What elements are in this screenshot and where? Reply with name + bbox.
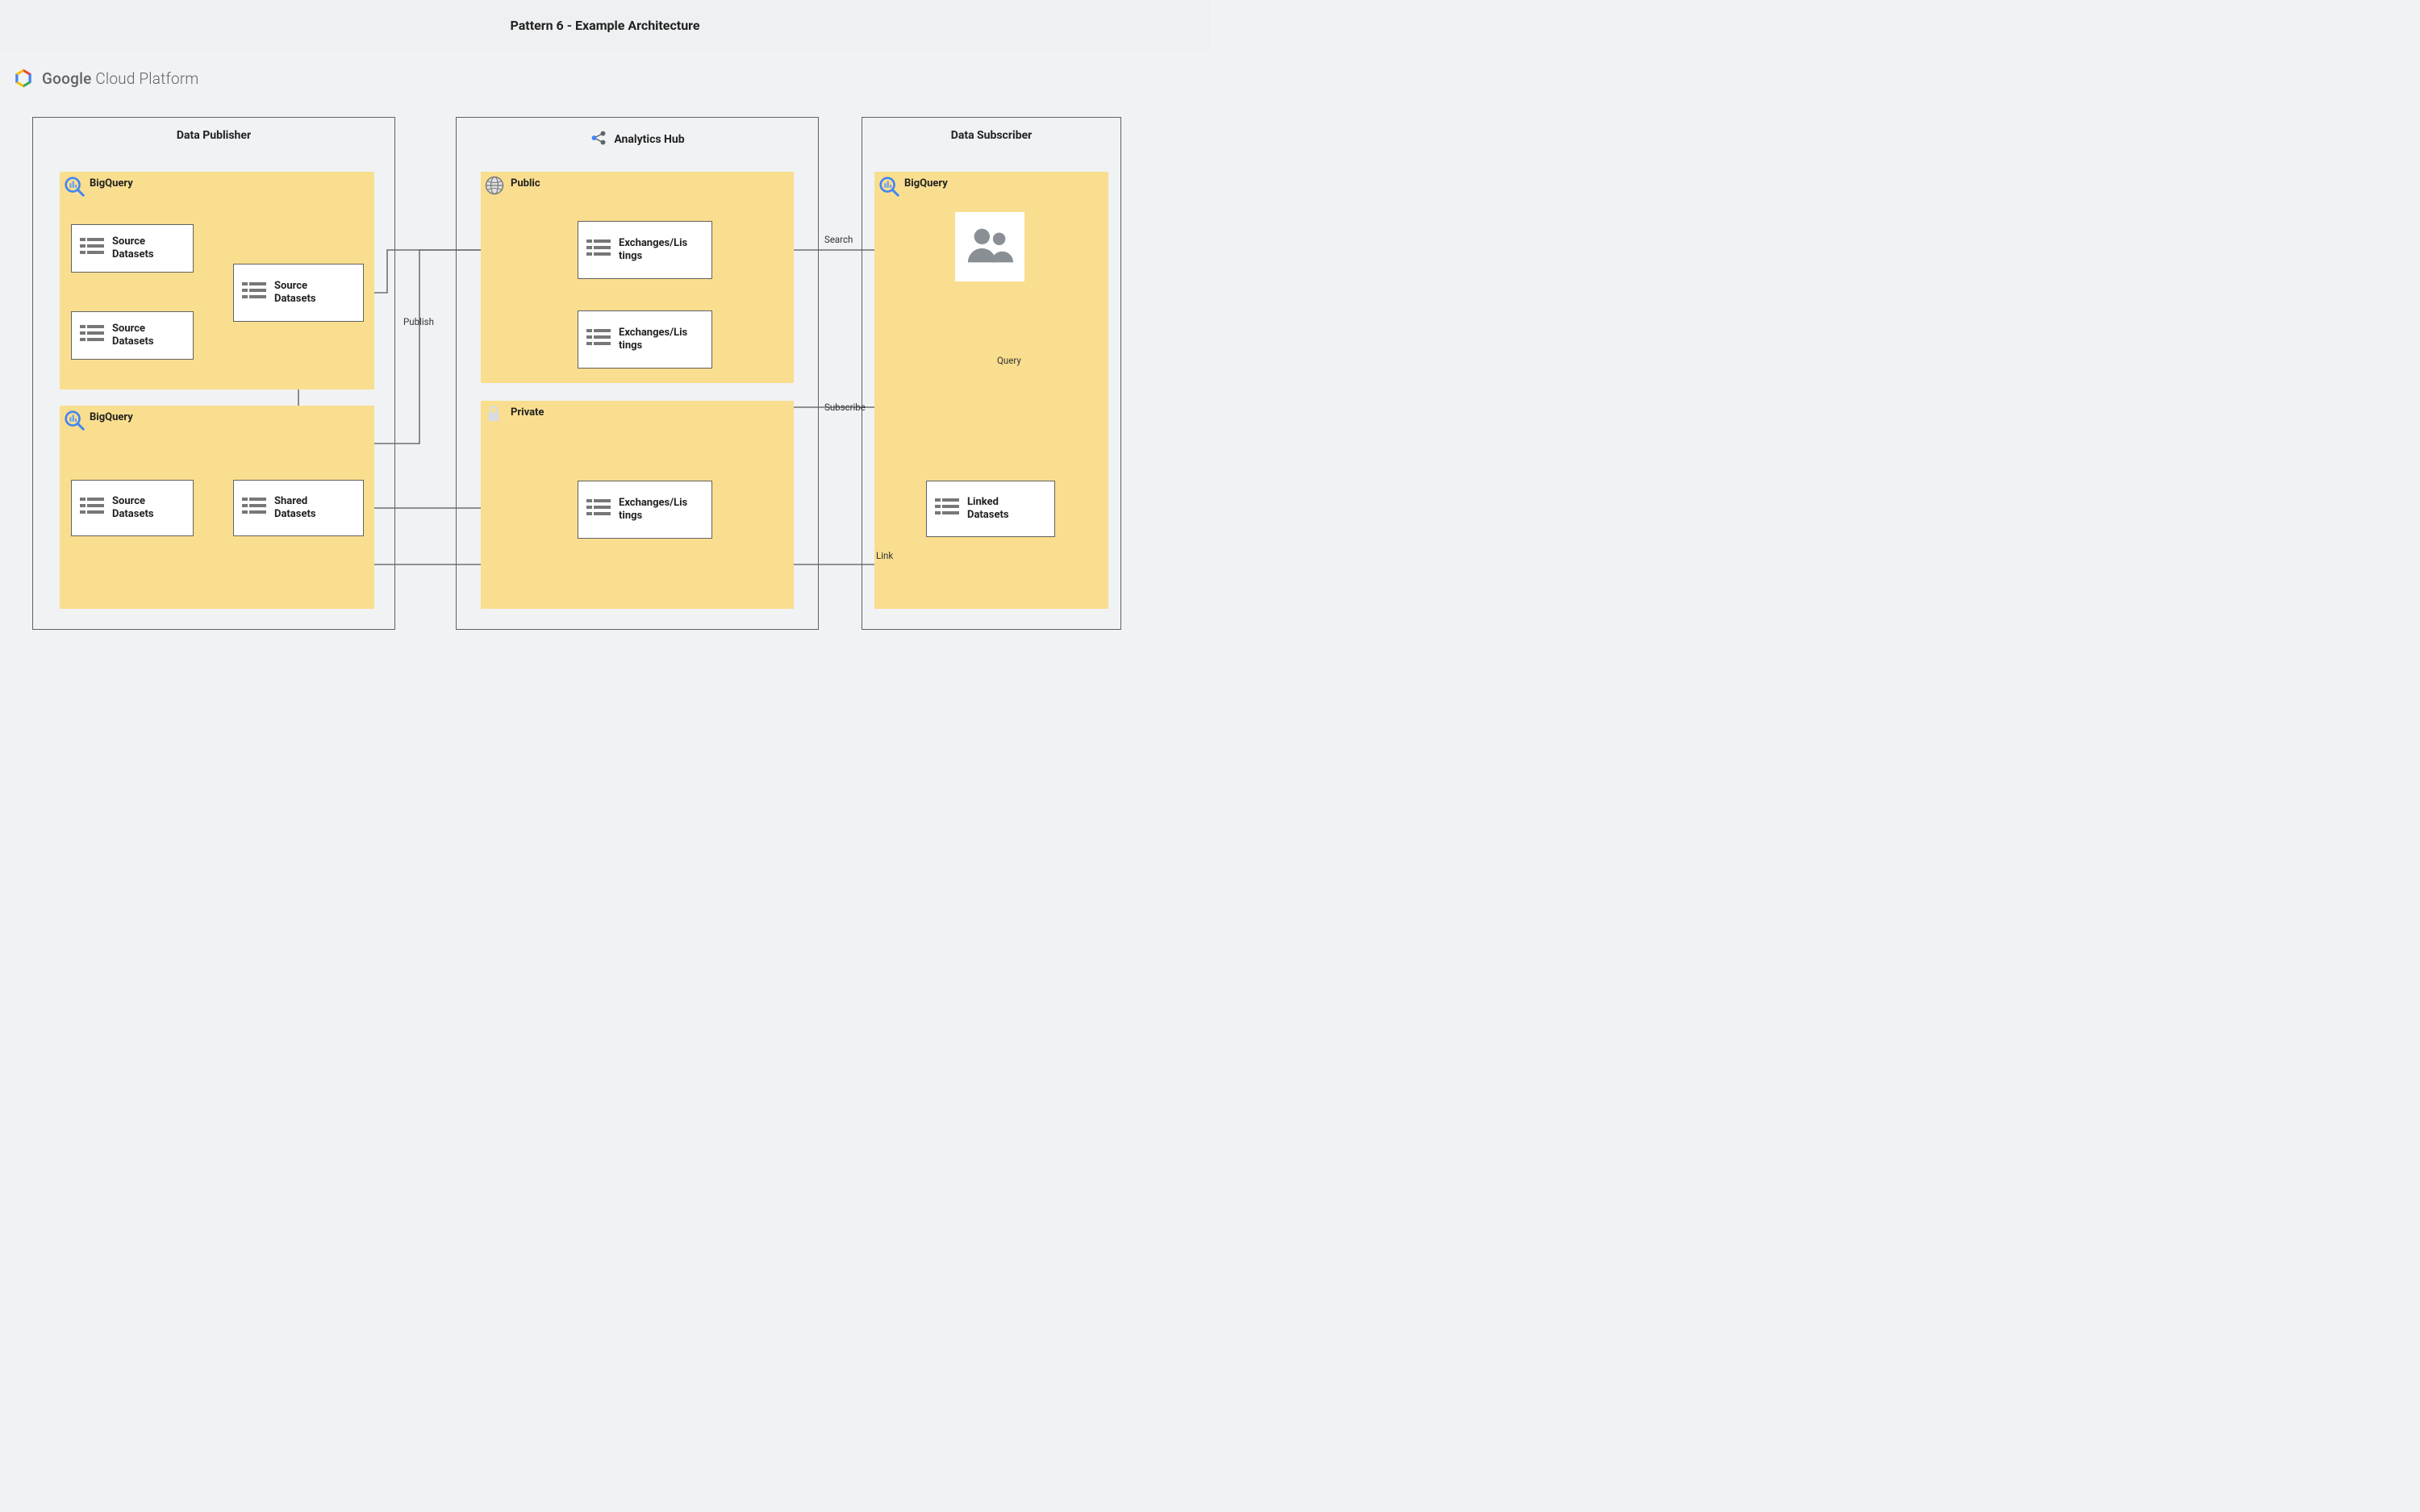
node-label: SourceDatasets (112, 235, 154, 260)
edge-label-publish: Publish (403, 316, 434, 327)
node-source-datasets-4: SourceDatasets (71, 480, 194, 536)
node-exchanges-1: Exchanges/Listings (578, 221, 712, 279)
bigquery-icon (62, 174, 86, 198)
dataset-icon (80, 323, 104, 348)
node-label: SourceDatasets (112, 323, 154, 348)
edge-label-subscribe: Subscribe (824, 402, 866, 413)
node-label: SourceDatasets (112, 495, 154, 520)
dataset-icon (586, 238, 611, 262)
node-source-datasets-3: SourceDatasets (233, 264, 364, 322)
dataset-icon (80, 236, 104, 260)
edge-label-search: Search (824, 234, 853, 245)
node-shared-datasets: SharedDatasets (233, 480, 364, 536)
edge-label-query: Query (997, 355, 1021, 366)
dataset-icon (586, 327, 611, 352)
node-label: LinkedDatasets (967, 496, 1009, 521)
node-source-datasets-2: SourceDatasets (71, 311, 194, 360)
group-title-subscriber: Data Subscriber (862, 129, 1120, 142)
panel-label-private: Private (511, 406, 544, 419)
users-icon (965, 224, 1015, 269)
dataset-icon (935, 497, 959, 521)
node-exchanges-2: Exchanges/Listings (578, 310, 712, 369)
node-linked-datasets: LinkedDatasets (926, 481, 1055, 537)
panel-label-public: Public (511, 177, 540, 190)
node-label: SourceDatasets (274, 280, 316, 305)
node-label: Exchanges/Listings (619, 497, 687, 522)
panel-label-bigquery-sub: BigQuery (904, 177, 948, 190)
group-title-publisher: Data Publisher (33, 129, 394, 142)
edge-label-link: Link (876, 550, 893, 561)
node-label: Exchanges/Listings (619, 237, 687, 262)
dataset-icon (80, 496, 104, 520)
dataset-icon (242, 281, 266, 305)
panel-label-bigquery-1: BigQuery (90, 177, 133, 190)
panel-label-bigquery-2: BigQuery (90, 411, 133, 423)
node-exchanges-3: Exchanges/Listings (578, 481, 712, 539)
node-label: Exchanges/Listings (619, 327, 687, 352)
dataset-icon (242, 496, 266, 520)
lock-icon (483, 403, 507, 427)
users-icon-box (955, 212, 1024, 281)
globe-icon (483, 174, 507, 198)
dataset-icon (586, 498, 611, 522)
node-label: SharedDatasets (274, 495, 316, 520)
group-title-hub: Analytics Hub (614, 133, 684, 146)
bigquery-icon (877, 174, 901, 198)
bigquery-icon (62, 408, 86, 432)
node-source-datasets-1: SourceDatasets (71, 224, 194, 273)
share-icon (590, 129, 607, 150)
